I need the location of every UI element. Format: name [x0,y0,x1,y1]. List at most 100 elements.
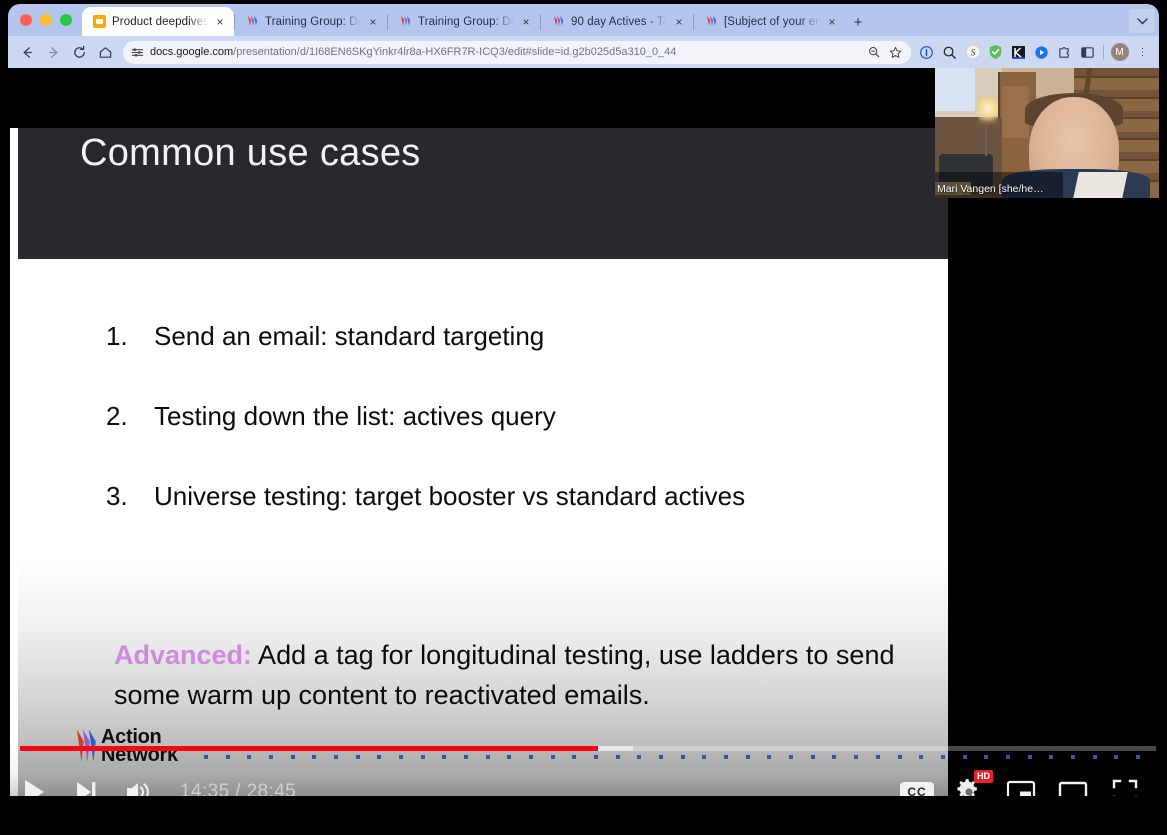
chapter-marker-dot [724,755,729,759]
webcam-thumbnail[interactable]: Mari Vangen [she/he… [935,68,1159,198]
chapter-marker-dot [1027,755,1032,759]
chapter-marker-dot [702,755,707,759]
list-item-text: Universe testing: target booster vs stan… [154,481,746,511]
tab-subject-of-your-email[interactable]: [Subject of your email] | Tar × [694,7,846,36]
play-circle-icon[interactable] [1031,42,1052,63]
chapter-marker-dot [897,755,902,759]
side-panel-icon[interactable] [1077,42,1098,63]
chapter-marker-dot [875,755,880,759]
chapter-marker-dot [290,755,295,759]
webcam-lamp [977,96,998,126]
action-network-icon [551,15,565,29]
tab-strip: Product deepdives 2024.ppt × Training Gr… [8,4,1159,36]
window-traffic-lights [16,4,82,36]
chapter-marker-dot [615,755,620,759]
video-player[interactable]: Common use cases 1. Send an email: stand… [8,68,1159,824]
progress-bar[interactable] [20,746,1156,751]
chapter-marker-dot [1135,755,1140,759]
list-item-number: 2. [106,401,128,431]
chapter-marker-dot [312,755,317,759]
tab-product-deepdives[interactable]: Product deepdives 2024.ppt × [82,7,234,36]
home-button[interactable] [92,39,118,65]
minimize-window-button[interactable] [40,14,52,26]
letterbox-bottom [8,796,1159,824]
tune-icon[interactable] [131,46,144,59]
bookmark-star-icon[interactable] [889,46,904,59]
chapter-marker-dot [225,755,230,759]
action-network-icon [398,15,412,29]
new-tab-button[interactable]: + [846,8,870,36]
reload-button[interactable] [66,39,92,65]
chapter-marker-dot [572,755,577,759]
tab-search-chevron-down-icon[interactable] [1129,9,1155,33]
advanced-note-label: Advanced: [114,640,253,670]
chapter-marker-dot [1070,755,1075,759]
webcam-window [935,68,976,111]
chapter-marker-dot [420,755,425,759]
puzzle-icon[interactable] [1054,42,1075,63]
list-item-number: 3. [106,481,128,511]
tab-close-icon[interactable]: × [826,16,838,28]
tab-close-icon[interactable]: × [367,16,379,28]
list-item: 2. Testing down the list: actives query [106,401,906,432]
back-button[interactable] [14,39,40,65]
browser-window: Product deepdives 2024.ppt × Training Gr… [8,4,1159,824]
chapter-marker-dot [377,755,382,759]
chapter-markers [204,755,1140,760]
chapter-marker-dot [1092,755,1097,759]
advanced-note: Advanced: Add a tag for longitudinal tes… [114,636,904,715]
tab-title: Training Group: Day of Demo [418,15,514,28]
shield-icon[interactable] [985,42,1006,63]
list-item-text: Testing down the list: actives query [154,401,556,431]
url-path: /presentation/d/1I68EN6SKgYinkr4lr8a-HX6… [233,46,677,58]
maximize-window-button[interactable] [60,14,72,26]
list-item-text: Send an email: standard targeting [154,321,545,351]
list-item: 3. Universe testing: target booster vs s… [106,481,906,512]
chapter-marker-dot [399,755,404,759]
tab-training-group-1[interactable]: Training Group: Day of Demo × [235,7,387,36]
tab-close-icon[interactable]: × [214,16,226,28]
action-network-icon [704,15,718,29]
address-bar[interactable]: docs.google.com/presentation/d/1I68EN6SK… [123,40,911,64]
k-square-icon[interactable] [1008,42,1029,63]
chapter-marker-dot [940,755,945,759]
quality-badge: HD [974,770,993,783]
forward-button[interactable] [40,39,66,65]
chapter-marker-dot [507,755,512,759]
grammar-s-icon[interactable]: S [962,42,983,63]
slide-body: 1. Send an email: standard targeting 2. … [18,259,948,799]
chrome-menu-icon[interactable]: ⋮ [1132,42,1153,63]
progress-played [20,746,599,751]
profile-avatar[interactable]: M [1109,42,1130,63]
chapter-marker-dot [334,755,339,759]
google-slides-icon [92,15,106,29]
slide-top-band [10,99,948,128]
tab-title: 90 day Actives - Target boos [571,15,667,28]
webcam-participant-name: Mari Vangen [she/he… [937,183,1044,195]
tab-training-group-2[interactable]: Training Group: Day of Demo × [388,7,540,36]
tab-close-icon[interactable]: × [520,16,532,28]
info-circle-icon[interactable] [916,42,937,63]
chapter-marker-dot [1114,755,1119,759]
presentation-slide: Common use cases 1. Send an email: stand… [10,99,948,799]
chapter-marker-dot [269,755,274,759]
extensions-row: S M ⋮ [916,42,1153,63]
screen-root: Product deepdives 2024.ppt × Training Gr… [0,0,1167,835]
tab-title: Product deepdives 2024.ppt [112,15,208,28]
avatar-initial: M [1110,43,1129,61]
url-domain: docs.google.com [150,46,234,58]
chapter-marker-dot [745,755,750,759]
chapter-marker-dot [832,755,837,759]
webcam-person-collar [1073,172,1129,198]
chapter-marker-dot [637,755,642,759]
chapter-marker-dot [529,755,534,759]
chapter-marker-dot [550,755,555,759]
zoom-out-icon[interactable] [868,46,883,58]
tab-90-day-actives[interactable]: 90 day Actives - Target boos × [541,7,693,36]
tab-close-icon[interactable]: × [673,16,685,28]
search-icon[interactable] [939,42,960,63]
list-item: 1. Send an email: standard targeting [106,321,906,352]
chapter-marker-dot [442,755,447,759]
chapter-marker-dot [854,755,859,759]
close-window-button[interactable] [20,14,32,26]
